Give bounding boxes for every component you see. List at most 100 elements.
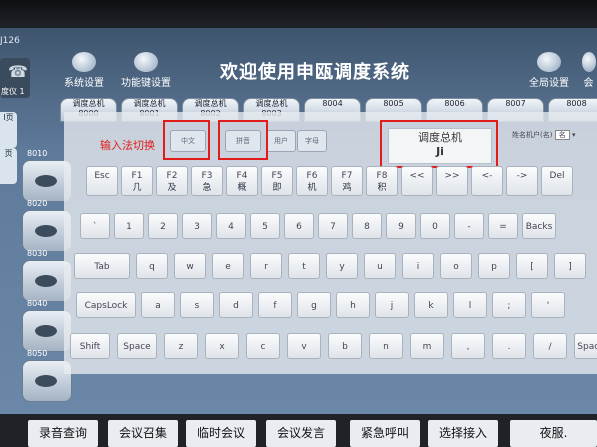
- handset-icon: [35, 325, 57, 337]
- key[interactable]: =: [488, 213, 518, 239]
- key[interactable]: j: [375, 292, 409, 318]
- key[interactable]: Space: [574, 333, 597, 359]
- key[interactable]: 2: [148, 213, 178, 239]
- key-label: Backs: [525, 222, 553, 232]
- key[interactable]: i: [402, 253, 434, 279]
- key[interactable]: u: [364, 253, 396, 279]
- dictionary-label: 姓名机户(名): [512, 131, 553, 139]
- key[interactable]: a: [141, 292, 175, 318]
- key[interactable]: F8 积: [366, 166, 398, 196]
- key[interactable]: m: [410, 333, 444, 359]
- function-keys-button[interactable]: 功能键设置: [118, 52, 174, 89]
- input-method-label: 输入法切换: [100, 139, 155, 152]
- bottom-button[interactable]: 录音查询: [28, 420, 98, 447]
- bottom-button[interactable]: 会议召集: [108, 420, 178, 447]
- key[interactable]: Backs: [522, 213, 556, 239]
- key[interactable]: ,: [451, 333, 485, 359]
- key[interactable]: e: [212, 253, 244, 279]
- bottom-button[interactable]: 选择接入: [428, 420, 498, 447]
- side-tab-2[interactable]: 页: [0, 148, 17, 184]
- key[interactable]: F2 及: [156, 166, 188, 196]
- key[interactable]: ': [531, 292, 565, 318]
- key[interactable]: r: [250, 253, 282, 279]
- key[interactable]: 4: [216, 213, 246, 239]
- key-candidate: 鸡: [342, 183, 352, 193]
- dictionary-select[interactable]: 姓名机户(名) 名 ▾: [512, 130, 575, 140]
- key[interactable]: Del: [541, 166, 573, 196]
- key[interactable]: g: [297, 292, 331, 318]
- key[interactable]: y: [326, 253, 358, 279]
- input-mode-button[interactable]: 字母: [297, 130, 327, 152]
- key-label: Esc: [94, 171, 110, 181]
- key[interactable]: 9: [386, 213, 416, 239]
- key[interactable]: z: [164, 333, 198, 359]
- side-tab-1[interactable]: I页: [0, 112, 17, 148]
- key[interactable]: t: [288, 253, 320, 279]
- key[interactable]: 3: [182, 213, 212, 239]
- key[interactable]: p: [478, 253, 510, 279]
- global-settings-button[interactable]: 全局设置: [524, 52, 574, 89]
- key[interactable]: f: [258, 292, 292, 318]
- key[interactable]: F6 机: [296, 166, 328, 196]
- key[interactable]: ->: [506, 166, 538, 196]
- key[interactable]: c: [246, 333, 280, 359]
- tab-number: 8004: [322, 99, 343, 108]
- key[interactable]: b: [328, 333, 362, 359]
- key[interactable]: 5: [250, 213, 280, 239]
- key[interactable]: <<: [401, 166, 433, 196]
- key[interactable]: 7: [318, 213, 348, 239]
- key[interactable]: [: [516, 253, 548, 279]
- key[interactable]: ;: [492, 292, 526, 318]
- key-label: p: [491, 262, 497, 272]
- key[interactable]: .: [492, 333, 526, 359]
- bottom-button[interactable]: 会议发言: [266, 420, 336, 447]
- tab-label: 调度总机: [255, 99, 288, 108]
- key-label: <<: [409, 171, 425, 181]
- key[interactable]: Tab: [74, 253, 130, 279]
- key[interactable]: Esc: [86, 166, 118, 196]
- key[interactable]: l: [453, 292, 487, 318]
- key-candidate: 积: [377, 183, 387, 193]
- key[interactable]: Space: [117, 333, 157, 359]
- key[interactable]: 6: [284, 213, 314, 239]
- key[interactable]: Shift: [70, 333, 110, 359]
- key[interactable]: x: [205, 333, 239, 359]
- key[interactable]: F4 概: [226, 166, 258, 196]
- key-label: l: [468, 301, 472, 311]
- key[interactable]: q: [136, 253, 168, 279]
- key[interactable]: n: [369, 333, 403, 359]
- key[interactable]: 1: [114, 213, 144, 239]
- key[interactable]: ]: [554, 253, 586, 279]
- key[interactable]: h: [336, 292, 370, 318]
- key[interactable]: v: [287, 333, 321, 359]
- key[interactable]: 8: [352, 213, 382, 239]
- operator-label: 度仪 1: [1, 87, 25, 96]
- key[interactable]: 0: [420, 213, 450, 239]
- key[interactable]: k: [414, 292, 448, 318]
- key[interactable]: w: [174, 253, 206, 279]
- key[interactable]: `: [80, 213, 110, 239]
- key[interactable]: <-: [471, 166, 503, 196]
- bottom-button[interactable]: 夜服.: [510, 420, 597, 447]
- key-label: q: [149, 262, 155, 272]
- key[interactable]: d: [219, 292, 253, 318]
- system-settings-label: 系统设置: [64, 78, 104, 89]
- operator-phone-panel[interactable]: ☎ 度仪 1: [0, 58, 30, 98]
- key[interactable]: s: [180, 292, 214, 318]
- key[interactable]: F3 急: [191, 166, 223, 196]
- key[interactable]: F5 即: [261, 166, 293, 196]
- key[interactable]: /: [533, 333, 567, 359]
- key[interactable]: >>: [436, 166, 468, 196]
- input-mode-button[interactable]: 用户: [266, 130, 296, 152]
- key-label: u: [377, 262, 383, 272]
- bottom-button[interactable]: 紧急呼叫: [350, 420, 420, 447]
- key[interactable]: F7 鸡: [331, 166, 363, 196]
- key[interactable]: CapsLock: [76, 292, 136, 318]
- key[interactable]: o: [440, 253, 472, 279]
- key-label: w: [186, 262, 194, 272]
- system-settings-button[interactable]: 系统设置: [62, 52, 106, 89]
- extra-button[interactable]: 会: [580, 52, 597, 89]
- key[interactable]: -: [454, 213, 484, 239]
- key[interactable]: F1 几: [121, 166, 153, 196]
- bottom-button[interactable]: 临时会议: [186, 420, 256, 447]
